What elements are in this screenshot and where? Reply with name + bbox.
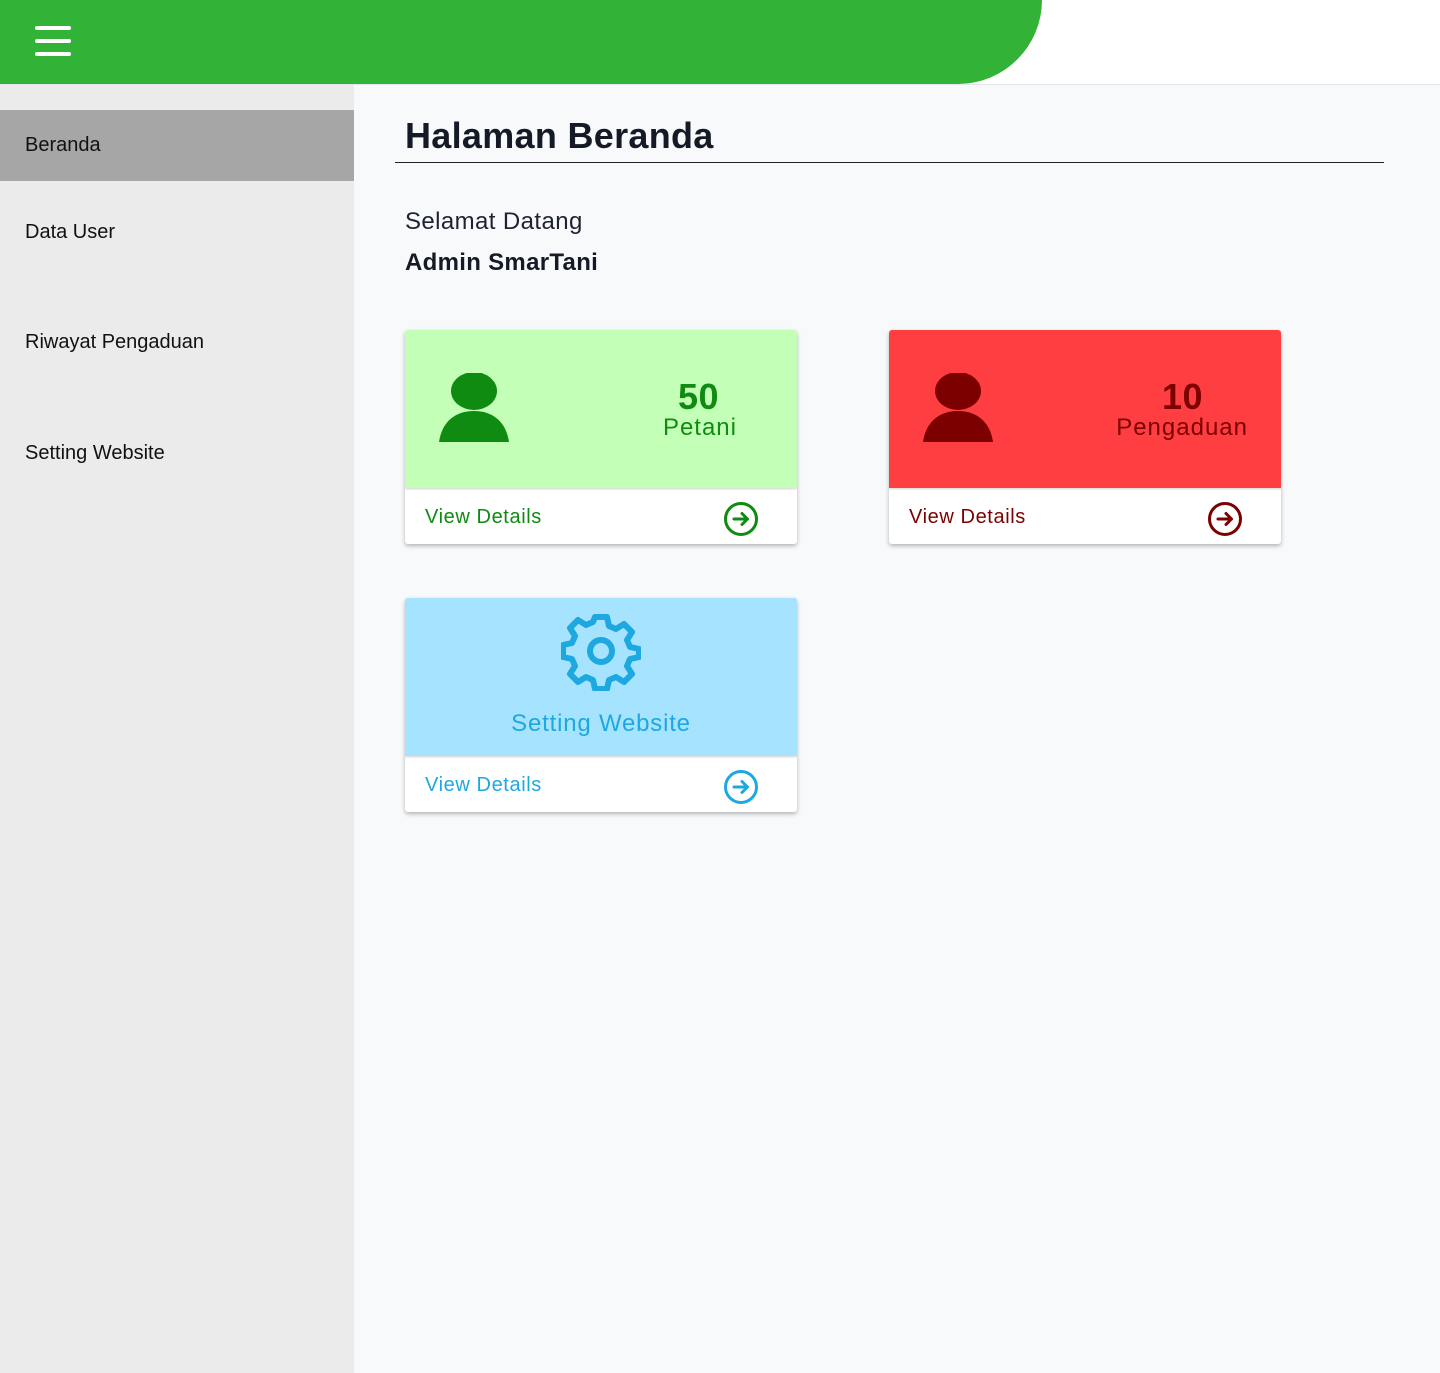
petani-label: Petani [662, 414, 737, 441]
petani-count: 50 [677, 376, 719, 417]
arrow-circle-right-icon [724, 502, 758, 536]
page-title: Halaman Beranda [405, 115, 714, 156]
setting-card-body: Setting Website [405, 598, 797, 756]
sidebar-item-beranda[interactable]: Beranda [0, 110, 354, 181]
top-bar [0, 0, 1440, 85]
sidebar-item-setting-website[interactable]: Setting Website [0, 418, 354, 489]
gear-icon [561, 614, 641, 691]
person-icon [439, 373, 509, 442]
view-details-label: View Details [425, 506, 542, 528]
sidebar-item-riwayat-pengaduan[interactable]: Riwayat Pengaduan [0, 307, 354, 378]
sidebar: Beranda Data User Riwayat Pengaduan Sett… [0, 85, 354, 1373]
pengaduan-view-details-link[interactable]: View Details [889, 488, 1281, 544]
title-divider [395, 162, 1384, 163]
admin-name: Admin SmarTani [405, 249, 599, 276]
pengaduan-label: Pengaduan [1116, 414, 1248, 441]
header-banner [0, 0, 1042, 84]
main-content: Halaman Beranda Selamat Datang Admin Sma… [354, 85, 1440, 1373]
pengaduan-card-body: 10 Pengaduan [889, 330, 1281, 488]
view-details-label: View Details [909, 506, 1026, 528]
petani-card: 50 Petani View Details [405, 330, 797, 544]
welcome-text: Selamat Datang [405, 208, 583, 235]
sidebar-item-label: Riwayat Pengaduan [25, 331, 205, 353]
sidebar-item-label: Beranda [25, 134, 101, 156]
petani-view-details-link[interactable]: View Details [405, 488, 797, 544]
setting-website-card: Setting Website View Details [405, 598, 797, 812]
sidebar-item-label: Data User [25, 221, 116, 243]
arrow-circle-right-icon [724, 770, 758, 804]
sidebar-item-label: Setting Website [25, 442, 165, 464]
arrow-circle-right-icon [1208, 502, 1242, 536]
hamburger-menu-icon[interactable] [35, 26, 71, 56]
view-details-label: View Details [425, 774, 542, 796]
pengaduan-card: 10 Pengaduan View Details [889, 330, 1281, 544]
setting-view-details-link[interactable]: View Details [405, 756, 797, 812]
setting-website-label: Setting Website [511, 710, 691, 737]
petani-card-body: 50 Petani [405, 330, 797, 488]
sidebar-item-data-user[interactable]: Data User [0, 197, 354, 268]
person-icon [923, 373, 993, 442]
pengaduan-count: 10 [1161, 376, 1203, 417]
